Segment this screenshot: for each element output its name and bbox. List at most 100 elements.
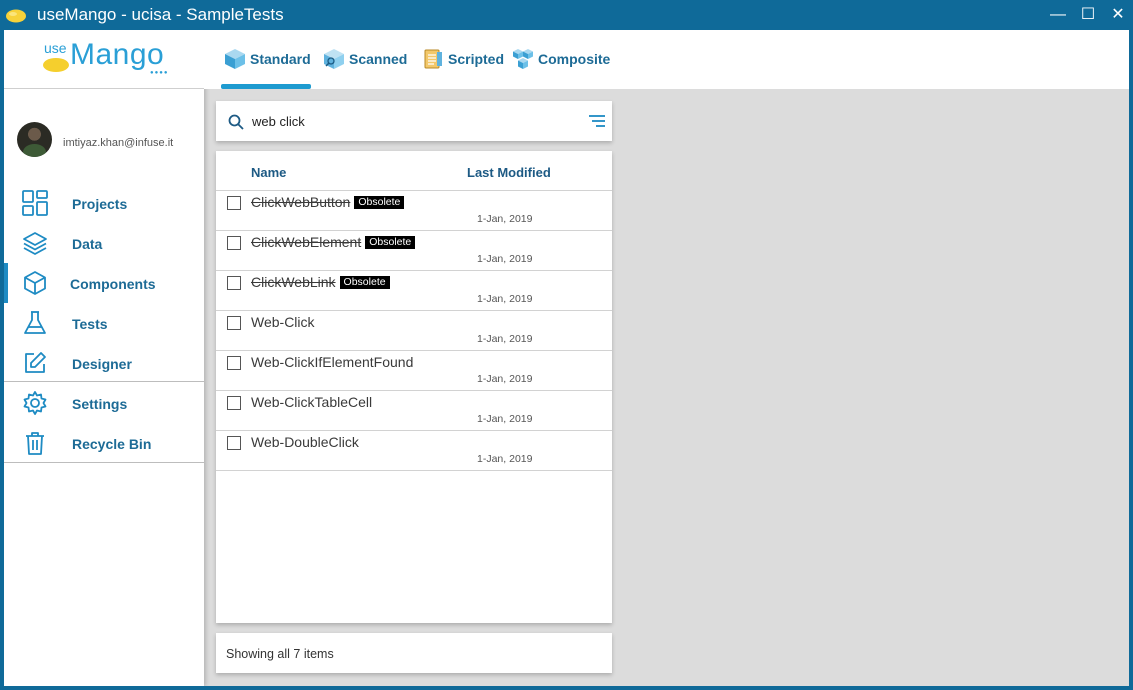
tab-composite[interactable]: Composite — [512, 46, 612, 72]
minimize-button[interactable]: — — [1043, 0, 1073, 30]
component-list: Name Last Modified ClickWebButton Obsolet… — [216, 151, 612, 623]
title-bar: useMango - ucisa - SampleTests — ☐ ✕ — [0, 0, 1133, 30]
sidebar-item-recycle-bin[interactable]: Recycle Bin — [4, 423, 204, 463]
sidebar-item-label: Data — [72, 236, 103, 252]
tab-standard[interactable]: Standard — [224, 46, 314, 72]
search-icon — [228, 114, 244, 130]
tab-label: Standard — [250, 51, 311, 67]
search-bar — [216, 101, 612, 141]
filter-icon[interactable] — [588, 113, 606, 129]
trash-icon — [26, 432, 44, 455]
sidebar-item-label: Designer — [72, 356, 132, 372]
component-name-text: ClickWebElement — [251, 234, 362, 250]
logo-mango-text: Mango — [70, 38, 165, 71]
component-name: Web-DoubleClick — [251, 434, 359, 450]
last-modified-date: 1-Jan, 2019 — [477, 453, 533, 465]
composite-cube-icon — [513, 49, 533, 69]
item-count-status: Showing all 7 items — [226, 647, 334, 661]
last-modified-date: 1-Jan, 2019 — [477, 253, 533, 265]
component-name: ClickWebElement Obsolete — [251, 234, 416, 250]
component-name-text: ClickWebButton — [251, 194, 351, 210]
sidebar-item-projects[interactable]: Projects — [4, 183, 204, 223]
tab-scripted[interactable]: Scripted — [422, 46, 512, 72]
mango-app-icon — [6, 9, 26, 23]
edit-icon — [25, 352, 46, 373]
row-checkbox[interactable] — [227, 436, 241, 450]
list-item[interactable]: ClickWebLink Obsolete 1-Jan, 2019 — [216, 271, 612, 311]
obsolete-badge: Obsolete — [365, 236, 416, 249]
row-checkbox[interactable] — [227, 356, 241, 370]
tab-label: Scripted — [448, 51, 505, 67]
row-checkbox[interactable] — [227, 196, 241, 210]
component-name: Web-ClickTableCell — [251, 394, 372, 410]
list-item[interactable]: Web-ClickTableCell 1-Jan, 2019 — [216, 391, 612, 431]
sidebar-divider — [4, 462, 204, 463]
search-input[interactable] — [252, 111, 572, 131]
row-checkbox[interactable] — [227, 396, 241, 410]
maximize-button[interactable]: ☐ — [1073, 0, 1103, 30]
sidebar-item-label: Recycle Bin — [72, 436, 152, 452]
close-button[interactable]: ✕ — [1103, 0, 1133, 30]
active-indicator — [4, 263, 8, 303]
component-name-text: Web-Click — [251, 314, 315, 330]
component-name-text: Web-DoubleClick — [251, 434, 359, 450]
list-header: Name Last Modified — [216, 151, 612, 191]
sidebar-item-label: Tests — [72, 316, 108, 332]
projects-grid-icon — [22, 190, 48, 216]
active-tab-indicator — [221, 84, 311, 89]
row-checkbox[interactable] — [227, 276, 241, 290]
list-item[interactable]: ClickWebElement Obsolete 1-Jan, 2019 — [216, 231, 612, 271]
list-item[interactable]: Web-DoubleClick 1-Jan, 2019 — [216, 431, 612, 471]
list-item[interactable]: Web-ClickIfElementFound 1-Jan, 2019 — [216, 351, 612, 391]
last-modified-date: 1-Jan, 2019 — [477, 293, 533, 305]
gear-icon — [23, 391, 47, 415]
logo-dots: ●●●● — [150, 70, 169, 76]
sidebar-item-settings[interactable]: Settings — [4, 383, 204, 423]
app-window: useMango - ucisa - SampleTests — ☐ ✕ use… — [0, 0, 1133, 690]
last-modified-date: 1-Jan, 2019 — [477, 373, 533, 385]
standard-cube-icon — [225, 49, 245, 69]
row-checkbox[interactable] — [227, 236, 241, 250]
window-title: useMango - ucisa - SampleTests — [37, 5, 284, 24]
user-profile: imtiyaz.khan@infuse.it — [4, 90, 204, 160]
sidebar-divider — [4, 381, 204, 382]
tab-label: Scanned — [349, 51, 408, 67]
sidebar-item-tests[interactable]: Tests — [4, 303, 204, 343]
component-name: ClickWebButton Obsolete — [251, 194, 405, 210]
component-name-text: Web-ClickTableCell — [251, 394, 373, 410]
sidebar-item-data[interactable]: Data — [4, 223, 204, 263]
scanned-cube-icon — [324, 49, 344, 69]
logo: use Mango ●●●● — [4, 30, 204, 89]
column-header-name[interactable]: Name — [251, 165, 286, 180]
user-email: imtiyaz.khan@infuse.it — [63, 137, 174, 149]
obsolete-badge: Obsolete — [339, 276, 390, 289]
tab-label: Composite — [538, 51, 611, 67]
layers-icon — [23, 232, 47, 255]
status-bar: Showing all 7 items — [216, 633, 612, 673]
component-name: ClickWebLink Obsolete — [251, 274, 390, 290]
sidebar-item-designer[interactable]: Designer — [4, 343, 204, 383]
mango-logo-icon — [43, 58, 69, 72]
component-name: Web-Click — [251, 314, 315, 330]
sidebar-item-components[interactable]: Components — [4, 263, 204, 303]
avatar[interactable] — [17, 122, 52, 157]
row-checkbox[interactable] — [227, 316, 241, 330]
sidebar-item-label: Components — [70, 276, 156, 292]
sidebar-item-label: Projects — [72, 196, 128, 212]
scripted-doc-icon — [424, 49, 442, 69]
list-item[interactable]: ClickWebButton Obsolete 1-Jan, 2019 — [216, 191, 612, 231]
last-modified-date: 1-Jan, 2019 — [477, 333, 533, 345]
tab-scanned[interactable]: Scanned — [323, 46, 413, 72]
cube-icon — [24, 271, 46, 295]
column-header-last-modified[interactable]: Last Modified — [467, 165, 551, 180]
last-modified-date: 1-Jan, 2019 — [477, 213, 533, 225]
list-item[interactable]: Web-Click 1-Jan, 2019 — [216, 311, 612, 351]
component-name-text: ClickWebLink — [251, 274, 336, 290]
obsolete-badge: Obsolete — [354, 196, 405, 209]
app-client-area: use Mango ●●●● imtiyaz.khan@infuse.it Pr… — [4, 30, 1129, 686]
last-modified-date: 1-Jan, 2019 — [477, 413, 533, 425]
sidebar-item-label: Settings — [72, 396, 128, 412]
component-type-tabs: Standard Scanned Scripted Composite — [204, 30, 1129, 89]
logo-use-text: use — [44, 40, 67, 56]
sidebar: use Mango ●●●● imtiyaz.khan@infuse.it Pr… — [4, 30, 204, 686]
